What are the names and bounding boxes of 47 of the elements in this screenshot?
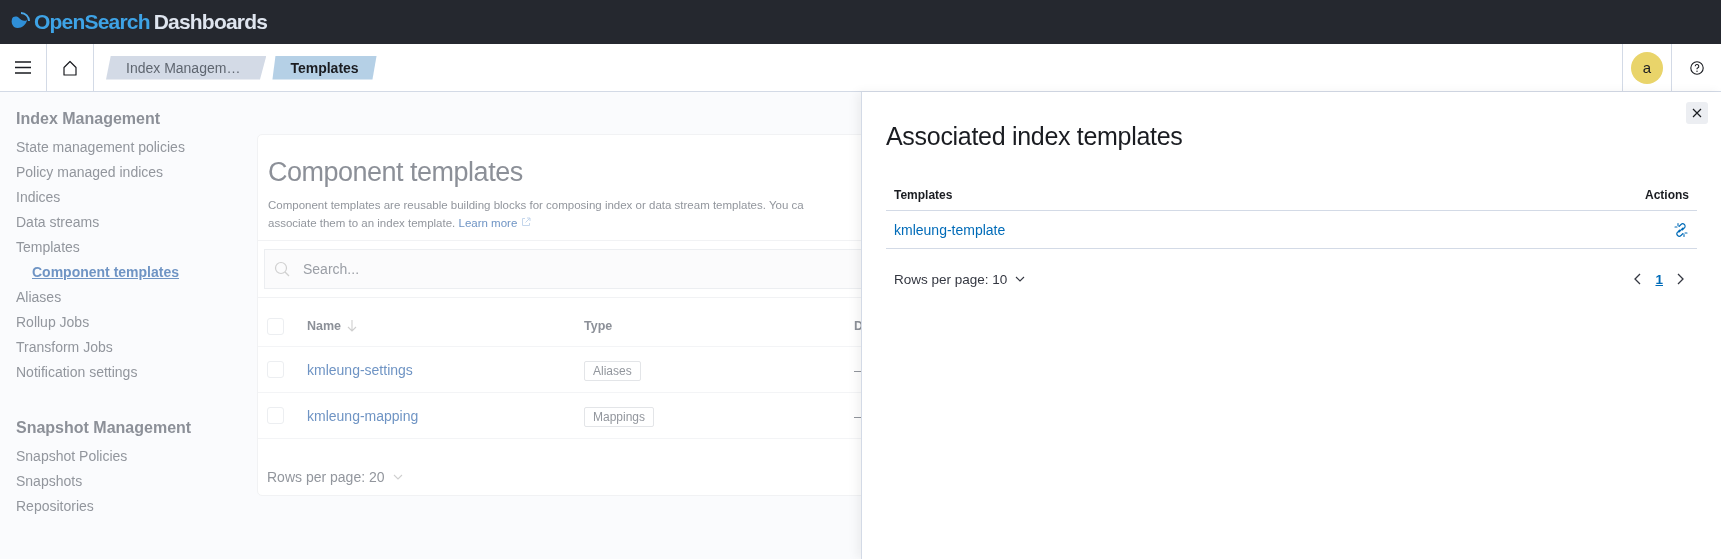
column-header[interactable]: Type <box>584 319 854 333</box>
column-header: Actions <box>1645 187 1689 202</box>
breadcrumb[interactable]: Index Managem… <box>106 55 267 80</box>
sidebar-item[interactable]: Policy managed indices <box>16 162 257 187</box>
sidebar-section-title: Index Management <box>16 110 162 128</box>
breadcrumb[interactable]: Templates <box>272 55 377 80</box>
rows-per-page-button[interactable]: Rows per page: 10 <box>894 271 1026 287</box>
unlink-icon[interactable] <box>1673 221 1689 238</box>
template-name-link[interactable]: kmleung-settings <box>307 361 413 378</box>
chevron-down-icon <box>1015 276 1026 282</box>
sidebar-item[interactable]: Indices <box>16 187 257 212</box>
learn-more-link[interactable]: Learn more <box>458 217 531 229</box>
sidebar-item[interactable]: Snapshots <box>16 471 257 496</box>
sidebar-item[interactable]: Rollup Jobs <box>16 312 257 337</box>
chevron-down-icon <box>392 474 403 480</box>
home-icon[interactable] <box>62 59 78 76</box>
type-badge: Mappings <box>584 406 655 427</box>
sidebar-item[interactable]: Repositories <box>16 496 257 521</box>
sidebar-item[interactable]: Aliases <box>16 287 257 312</box>
type-badge: Aliases <box>584 360 641 381</box>
flyout-title: Associated index templates <box>886 122 1184 151</box>
previous-page-icon[interactable] <box>1633 273 1642 285</box>
sidebar-item[interactable]: Transform Jobs <box>16 337 257 362</box>
sidebar-item[interactable]: Notification settings <box>16 362 257 387</box>
page-title: Component templates <box>268 157 524 188</box>
page-link[interactable]: 1 <box>1655 271 1663 287</box>
sidebar-item[interactable]: Templates <box>16 237 257 262</box>
external-link-icon <box>520 217 531 227</box>
template-link[interactable]: kmleung-template <box>894 221 1006 238</box>
product-name: Dashboards <box>153 10 268 34</box>
brand-name: OpenSearch <box>34 10 150 34</box>
close-button[interactable] <box>1686 102 1708 124</box>
next-page-icon[interactable] <box>1677 273 1685 285</box>
help-icon[interactable] <box>1689 60 1704 75</box>
menu-icon[interactable] <box>15 61 31 74</box>
column-header: Templates <box>894 187 953 202</box>
sort-arrow-icon <box>347 320 358 332</box>
column-header[interactable]: Name <box>307 319 584 333</box>
user-avatar[interactable]: a <box>1631 51 1663 84</box>
close-icon <box>1692 108 1702 118</box>
rows-per-page-button[interactable]: Rows per page: 20 <box>267 469 403 485</box>
template-name-link[interactable]: kmleung-mapping <box>307 407 419 424</box>
sidebar-section-title: Snapshot Management <box>16 419 193 437</box>
sidebar-item[interactable]: Data streams <box>16 212 257 237</box>
sidebar-item[interactable]: Snapshot Policies <box>16 446 257 471</box>
sidebar-item[interactable]: Component templates <box>16 262 257 287</box>
sidebar-item[interactable]: State management policies <box>16 137 257 162</box>
